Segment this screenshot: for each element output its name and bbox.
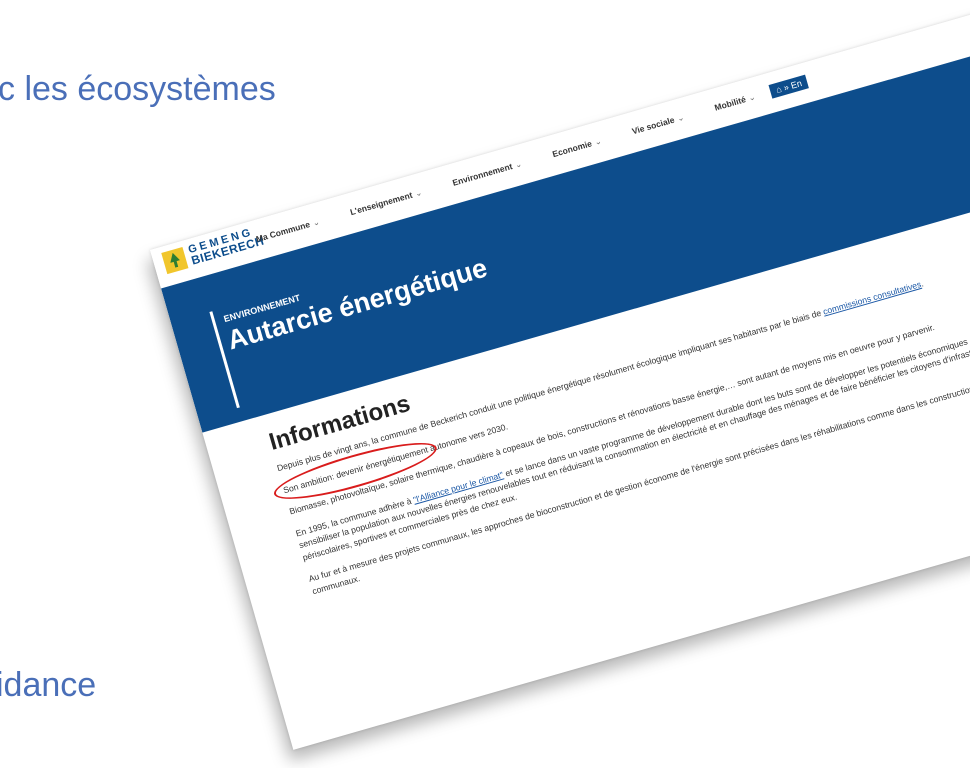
slide-text-bottom: idance (0, 666, 97, 704)
home-icon: ⌂ (774, 83, 783, 96)
website-screenshot: GEMENG BIEKERECH Ma Commune⌄ L'enseignem… (150, 1, 970, 750)
nav-item-economie[interactable]: Economie⌄ (551, 136, 603, 161)
nav-label: Economie (551, 138, 594, 160)
nav-label: L'enseignement (348, 189, 414, 218)
nav-item-mobilite[interactable]: Mobilité⌄ (713, 91, 757, 113)
chevron-down-icon: ⌄ (593, 135, 603, 148)
chevron-down-icon: ⌄ (675, 111, 686, 124)
nav-item-vie-sociale[interactable]: Vie sociale⌄ (631, 112, 686, 137)
chevron-down-icon: ⌄ (413, 187, 424, 199)
nav-item-ma-commune[interactable]: Ma Commune⌄ (255, 216, 321, 245)
slide-text-top: c les écosystèmes (0, 70, 276, 108)
nav-item-enseignement[interactable]: L'enseignement⌄ (349, 187, 424, 218)
nav-label: Mobilité (713, 94, 747, 113)
breadcrumb-text: » En (782, 78, 804, 93)
chevron-down-icon: ⌄ (513, 158, 524, 170)
chevron-down-icon: ⌄ (747, 91, 757, 103)
nav-label: Vie sociale (630, 114, 676, 137)
nav-label: Environnement (451, 161, 514, 188)
nav-label: Ma Commune (254, 219, 312, 245)
tree-icon (161, 246, 189, 275)
chevron-down-icon: ⌄ (311, 216, 321, 228)
breadcrumb[interactable]: ⌂ » En (768, 74, 810, 99)
nav-item-environnement[interactable]: Environnement⌄ (451, 158, 523, 188)
